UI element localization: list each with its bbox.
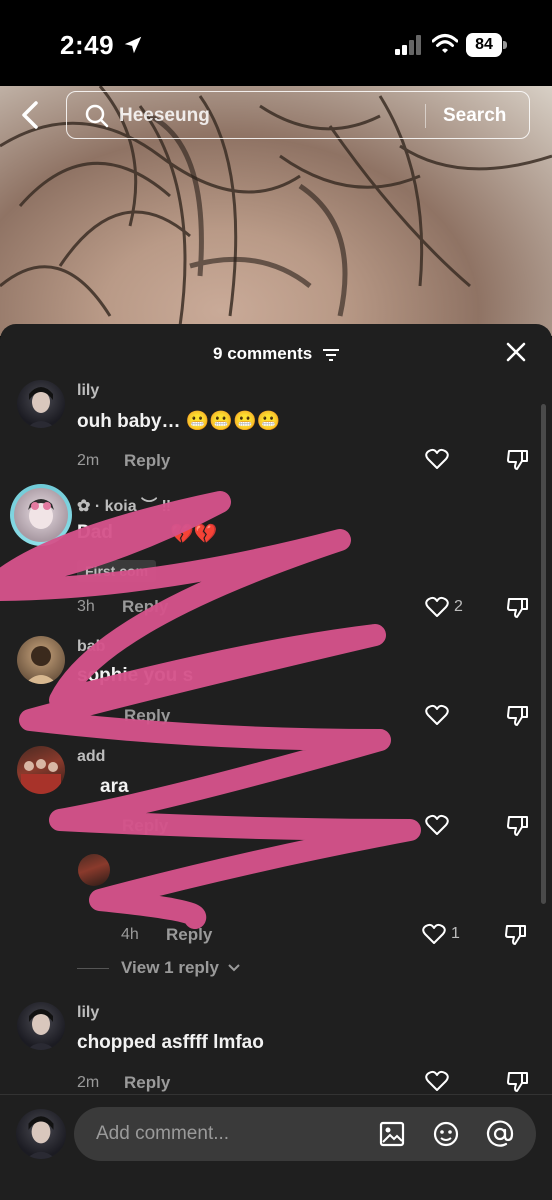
reply-button[interactable]: Reply: [124, 451, 170, 471]
wifi-icon: [432, 34, 458, 53]
avatar-image: [25, 646, 57, 684]
reply-button[interactable]: Reply: [124, 1073, 170, 1093]
comment-username[interactable]: add: [77, 748, 105, 766]
like-count: 2: [454, 598, 463, 615]
avatar[interactable]: [14, 488, 68, 542]
avatar-image: [26, 1116, 56, 1159]
battery-indicator: 84: [466, 33, 508, 57]
search-icon: [85, 104, 109, 128]
dislike-icon[interactable]: [506, 703, 530, 727]
comment-username[interactable]: bab: [77, 638, 105, 656]
avatar-image: [28, 499, 54, 529]
dislike-icon[interactable]: [504, 922, 528, 946]
comment-input-container: [74, 1107, 536, 1161]
comment-text: Dad: [77, 522, 113, 543]
heart-icon[interactable]: [425, 596, 449, 618]
dislike-icon[interactable]: [506, 595, 530, 619]
status-bar: 2:49 84: [0, 0, 552, 86]
comment-time: 3h: [77, 598, 95, 615]
battery-level: 84: [466, 33, 502, 57]
search-button[interactable]: Search: [443, 105, 506, 127]
avatar[interactable]: [78, 854, 110, 886]
reply-button[interactable]: Reply: [124, 706, 170, 726]
comment-username[interactable]: ✿ · koia ︶ ‼: [77, 492, 171, 516]
heart-icon[interactable]: [425, 814, 449, 836]
heart-icon[interactable]: [425, 704, 449, 726]
status-time: 2:49: [60, 30, 115, 60]
signal-icon: [395, 35, 421, 55]
reply-button[interactable]: Reply: [122, 816, 168, 836]
avatar[interactable]: [17, 1002, 65, 1050]
avatar-image: [21, 759, 61, 794]
comment-text: sophie you s: [77, 665, 194, 686]
comment-text: chopped asffff lmfao: [77, 1032, 264, 1053]
comment-time: 2m: [77, 452, 100, 469]
comments-sheet: 9 comments lily ouh baby… 😬😬😬😬 2m Reply …: [0, 324, 552, 1200]
comment-text: ouh baby… 😬😬😬😬: [77, 411, 281, 432]
back-chevron-icon[interactable]: [18, 100, 44, 130]
battery-cap: [503, 41, 507, 49]
location-arrow-icon: [124, 36, 142, 54]
dislike-icon[interactable]: [506, 1069, 530, 1093]
first-comment-badge: First com: [77, 560, 157, 582]
comment-text: ara: [100, 776, 129, 797]
close-icon[interactable]: [506, 342, 526, 362]
view-replies-label: View 1 reply: [121, 958, 219, 977]
view-replies-button[interactable]: View 1 reply: [121, 958, 241, 978]
comment-composer: [0, 1094, 552, 1200]
like-count: 1: [451, 925, 460, 942]
avatar-image: [27, 1009, 55, 1050]
dislike-icon[interactable]: [506, 813, 530, 837]
comment-input[interactable]: [96, 1107, 366, 1161]
comment-time: 4h: [121, 926, 139, 943]
heart-icon[interactable]: [425, 1070, 449, 1092]
emoji-icon[interactable]: [432, 1120, 460, 1148]
comment-time: 2m: [77, 1074, 100, 1091]
image-icon[interactable]: [378, 1120, 406, 1148]
search-bar[interactable]: Heeseung Search: [66, 91, 530, 139]
at-icon[interactable]: [486, 1120, 514, 1148]
view-reply-line: [77, 968, 109, 969]
reply-button[interactable]: Reply: [166, 925, 212, 945]
avatar[interactable]: [17, 380, 65, 428]
scrollbar[interactable]: [541, 404, 546, 904]
chevron-down-icon: [227, 964, 240, 972]
search-query[interactable]: Heeseung: [119, 105, 210, 127]
heart-icon[interactable]: [422, 923, 446, 945]
avatar-image: [27, 387, 55, 428]
comment-username[interactable]: lily: [77, 1004, 99, 1022]
avatar[interactable]: [17, 746, 65, 794]
reply-button[interactable]: Reply: [122, 597, 168, 617]
current-user-avatar[interactable]: [16, 1109, 66, 1159]
comments-header[interactable]: 9 comments: [0, 344, 552, 364]
comments-count: 9 comments: [213, 344, 313, 363]
avatar[interactable]: [17, 636, 65, 684]
heart-icon[interactable]: [425, 448, 449, 470]
dislike-icon[interactable]: [506, 447, 530, 471]
search-divider: [425, 104, 426, 128]
comment-emoji: 💔💔: [170, 524, 218, 545]
comment-username[interactable]: lily: [77, 382, 99, 400]
filter-icon: [322, 348, 339, 361]
